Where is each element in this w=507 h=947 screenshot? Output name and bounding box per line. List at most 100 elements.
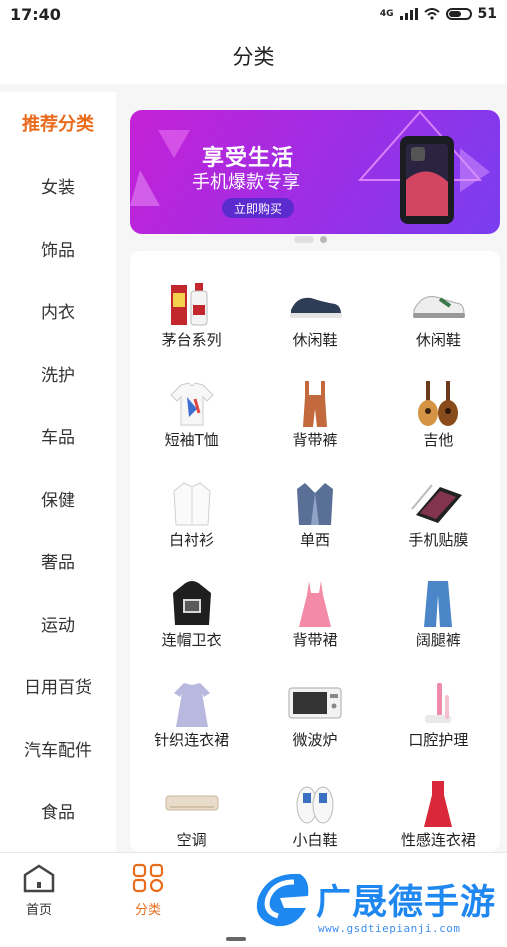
screen-protector-icon: [410, 479, 466, 529]
sidebar-item-label: 汽车配件: [24, 740, 92, 761]
tab-home[interactable]: 首页: [9, 863, 69, 918]
promo-banner[interactable]: 享受生活 手机爆款专享 立即购买: [130, 110, 500, 234]
wifi-icon: [423, 8, 440, 20]
product-label: 微波炉: [292, 731, 338, 749]
blazer-icon: [287, 479, 343, 529]
sidebar-item[interactable]: 日用百货: [0, 655, 116, 718]
liquor-icon: [164, 279, 220, 329]
product-label: 空调: [176, 831, 207, 849]
network-label: 4G: [379, 9, 394, 19]
product-item[interactable]: 背带裙: [253, 579, 376, 650]
product-item[interactable]: 手机贴膜: [377, 479, 500, 550]
pager-dot-active: [294, 236, 314, 243]
product-grid: 茅台系列 休闲鞋 休闲鞋 短袖T恤 背带裤 吉他 白衬衫 单西 手机贴膜 连帽卫…: [130, 279, 500, 850]
sidebar-item-label: 奢品: [41, 553, 75, 574]
status-icons: 4G 51: [380, 6, 497, 22]
page-title: 分类: [232, 45, 275, 69]
watermark-text: 广晟德手游: [316, 883, 497, 923]
product-label: 口腔护理: [408, 731, 469, 749]
product-label: 连帽卫衣: [161, 631, 222, 649]
product-item[interactable]: 吉他: [377, 379, 500, 450]
battery-icon: [445, 8, 472, 20]
buy-now-button[interactable]: 立即购买: [222, 198, 294, 218]
product-item[interactable]: 白衬衫: [130, 479, 253, 550]
sidebar-item[interactable]: 饰品: [0, 217, 116, 280]
sidebar-item-label: 食品: [41, 803, 75, 824]
microwave-icon: [287, 679, 343, 729]
dark-sneaker-icon: [287, 279, 343, 329]
product-label: 手机贴膜: [408, 531, 469, 549]
sidebar-item[interactable]: 保健: [0, 467, 116, 530]
watermark-emblem: [256, 873, 309, 927]
product-panel: 茅台系列 休闲鞋 休闲鞋 短袖T恤 背带裤 吉他 白衬衫 单西 手机贴膜 连帽卫…: [130, 251, 500, 852]
product-item[interactable]: 连帽卫衣: [130, 579, 253, 650]
product-label: 休闲鞋: [415, 331, 461, 349]
tab-category-label: 分类: [134, 903, 161, 918]
product-label: 休闲鞋: [292, 331, 338, 349]
product-label: 性感连衣裙: [400, 831, 476, 849]
status-bar: 17:40 4G 51: [0, 0, 507, 28]
banner-subtitle: 手机爆款专享: [192, 172, 300, 193]
product-label: 短袖T恤: [164, 431, 219, 449]
dress-icon: [287, 579, 343, 629]
sidebar-item-label: 保健: [41, 490, 75, 511]
category-sidebar: 推荐分类 女装 饰品 内衣 洗护 车品 保健 奢品 运动 日用百货 汽车配件 食…: [0, 92, 116, 852]
sidebar-item-label: 车品: [41, 428, 75, 449]
product-item[interactable]: 短袖T恤: [130, 379, 253, 450]
sidebar-item[interactable]: 奢品: [0, 530, 116, 593]
product-label: 白衬衫: [169, 531, 215, 549]
overalls-icon: [287, 379, 343, 429]
product-label: 阔腿裤: [415, 631, 461, 649]
product-item[interactable]: 单西: [253, 479, 376, 550]
product-item[interactable]: 休闲鞋: [253, 279, 376, 350]
air-conditioner-icon: [164, 779, 220, 829]
sidebar-item[interactable]: 食品: [0, 780, 116, 843]
product-item[interactable]: 茅台系列: [130, 279, 253, 350]
toothbrush-icon: [410, 679, 466, 729]
sidebar-item[interactable]: 洗护: [0, 342, 116, 405]
knit-dress-icon: [164, 679, 220, 729]
product-item[interactable]: 休闲鞋: [377, 279, 500, 350]
status-time: 17:40: [10, 4, 61, 24]
pants-icon: [410, 579, 466, 629]
sidebar-item[interactable]: 内衣: [0, 280, 116, 343]
product-item[interactable]: 针织连衣裙: [130, 679, 253, 750]
product-item[interactable]: 背带裤: [253, 379, 376, 450]
sidebar-item[interactable]: 女装: [0, 155, 116, 218]
sidebar-item[interactable]: 车品: [0, 405, 116, 468]
sidebar-item-label: 运动: [41, 615, 75, 636]
sidebar-item[interactable]: 推荐分类: [0, 92, 116, 155]
product-label: 单西: [299, 531, 330, 549]
guitar-icon: [410, 379, 466, 429]
product-item[interactable]: 微波炉: [253, 679, 376, 750]
category-icon: [132, 863, 164, 893]
white-shoes-icon: [287, 779, 343, 829]
product-label: 茅台系列: [161, 331, 222, 349]
hoodie-icon: [164, 579, 220, 629]
tshirt-icon: [164, 379, 220, 429]
sidebar-item-label: 女装: [41, 178, 75, 199]
product-label: 针织连衣裙: [154, 731, 230, 749]
product-item[interactable]: 性感连衣裙: [377, 779, 500, 850]
banner-pager: [294, 236, 327, 243]
product-item[interactable]: 小白鞋: [253, 779, 376, 850]
sidebar-item[interactable]: 运动: [0, 592, 116, 655]
page-header: 分类: [0, 28, 507, 84]
sidebar-item-label: 日用百货: [24, 678, 92, 699]
sidebar-item[interactable]: 汽车配件: [0, 717, 116, 780]
red-dress-icon: [410, 779, 466, 829]
watermark-logo: 广晟德手游 www.gsdtiepianji.com: [246, 860, 507, 947]
sidebar-item-label: 推荐分类: [22, 114, 94, 136]
shirt-icon: [164, 479, 220, 529]
product-item[interactable]: 口腔护理: [377, 679, 500, 750]
sidebar-item-label: 内衣: [41, 303, 75, 324]
product-label: 背带裙: [292, 631, 338, 649]
white-sneaker-icon: [410, 279, 466, 329]
banner-decoration: [130, 110, 490, 224]
tab-category[interactable]: 分类: [118, 863, 178, 918]
pager-dot: [320, 236, 327, 243]
product-item[interactable]: 空调: [130, 779, 253, 850]
home-icon: [23, 864, 55, 893]
tab-home-label: 首页: [25, 903, 52, 918]
product-item[interactable]: 阔腿裤: [377, 579, 500, 650]
